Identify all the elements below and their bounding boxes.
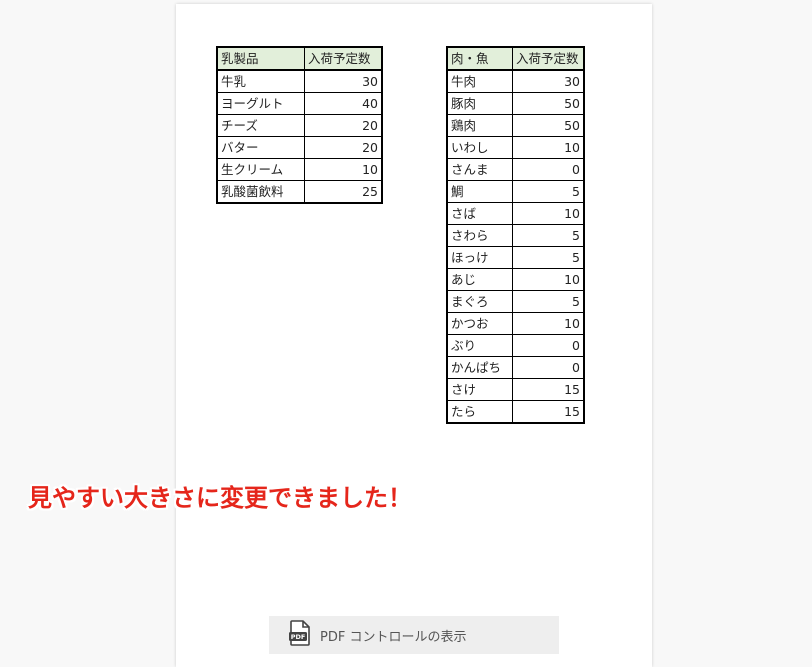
dairy-item-quantity: 10 — [304, 158, 383, 181]
meat-item-quantity: 10 — [512, 312, 585, 335]
table-row: 牛乳 30 — [216, 69, 383, 93]
table-row: 豚肉 50 — [446, 92, 585, 115]
meat-header-quantity: 入荷予定数 — [512, 46, 585, 71]
dairy-item-name: 乳酸菌飲料 — [216, 180, 305, 204]
pdf-controls-button[interactable]: PDF PDF コントロールの表示 — [269, 616, 559, 654]
dairy-table-body: 牛乳 30 ヨーグルト 40 チーズ 20 バター 20 生クリーム 10 乳酸菌飲料 25 — [216, 69, 383, 204]
table-row: さんま 0 — [446, 158, 585, 181]
meat-item-name: さけ — [446, 378, 513, 401]
meat-item-name: いわし — [446, 136, 513, 159]
meat-item-quantity: 15 — [512, 400, 585, 424]
table-row: いわし 10 — [446, 136, 585, 159]
meat-item-quantity: 5 — [512, 246, 585, 269]
meat-item-name: さんま — [446, 158, 513, 181]
meat-item-quantity: 10 — [512, 268, 585, 291]
meat-item-name: ぶり — [446, 334, 513, 357]
table-row: たら 15 — [446, 400, 585, 424]
table-row: 鯛5 — [446, 180, 585, 203]
meat-item-quantity: 0 — [512, 334, 585, 357]
table-row: かんぱち 0 — [446, 356, 585, 379]
dairy-item-name: ヨーグルト — [216, 92, 305, 115]
pdf-viewer: 乳製品 入荷予定数 牛乳 30 ヨーグルト 40 チーズ 20 バター 20 生クリーム 10 乳酸… — [0, 0, 812, 667]
meat-item-quantity: 50 — [512, 92, 585, 115]
meat-item-quantity: 0 — [512, 158, 585, 181]
table-row: バター 20 — [216, 136, 383, 159]
dairy-item-quantity: 25 — [304, 180, 383, 204]
table-row: ほっけ 5 — [446, 246, 585, 269]
meat-item-quantity: 5 — [512, 180, 585, 203]
meat-item-quantity: 10 — [512, 202, 585, 225]
meat-item-quantity: 10 — [512, 136, 585, 159]
pdf-controls-label: PDF コントロールの表示 — [320, 629, 467, 645]
meat-item-name: 鶏肉 — [446, 114, 513, 137]
pdf-document-icon: PDF — [269, 620, 320, 650]
meat-header-category: 肉・魚 — [446, 46, 513, 71]
meat-item-name: 豚肉 — [446, 92, 513, 115]
dairy-header-category: 乳製品 — [216, 46, 305, 71]
table-row: 生クリーム 10 — [216, 158, 383, 181]
meat-header-row: 肉・魚 入荷予定数 — [446, 46, 585, 71]
caption-text: 見やすい大きさに変更できました！ — [28, 484, 412, 512]
dairy-header-row: 乳製品 入荷予定数 — [216, 46, 383, 71]
meat-item-quantity: 15 — [512, 378, 585, 401]
meat-item-name: 鯛 — [446, 180, 513, 203]
table-row: かつお 10 — [446, 312, 585, 335]
meat-item-quantity: 5 — [512, 290, 585, 313]
table-row: チーズ 20 — [216, 114, 383, 137]
table-row: さわら 5 — [446, 224, 585, 247]
dairy-item-name: 生クリーム — [216, 158, 305, 181]
meat-item-name: かつお — [446, 312, 513, 335]
dairy-item-quantity: 40 — [304, 92, 383, 115]
meat-item-name: あじ — [446, 268, 513, 291]
meat-item-name: 牛肉 — [446, 69, 513, 93]
dairy-item-name: 牛乳 — [216, 69, 305, 93]
dairy-header-quantity: 入荷予定数 — [304, 46, 383, 71]
table-row: あじ 10 — [446, 268, 585, 291]
meat-item-quantity: 50 — [512, 114, 585, 137]
dairy-item-quantity: 20 — [304, 114, 383, 137]
table-row: ぶり 0 — [446, 334, 585, 357]
dairy-item-name: チーズ — [216, 114, 305, 137]
table-row: まぐろ 5 — [446, 290, 585, 313]
dairy-table: 乳製品 入荷予定数 牛乳 30 ヨーグルト 40 チーズ 20 バター 20 生クリーム 10 乳酸… — [216, 46, 383, 204]
pdf-page: 乳製品 入荷予定数 牛乳 30 ヨーグルト 40 チーズ 20 バター 20 生クリーム 10 乳酸… — [176, 4, 652, 667]
meat-item-name: さわら — [446, 224, 513, 247]
dairy-item-quantity: 20 — [304, 136, 383, 159]
dairy-item-quantity: 30 — [304, 69, 383, 93]
meat-item-name: ほっけ — [446, 246, 513, 269]
table-row: 鶏肉 50 — [446, 114, 585, 137]
table-row: 乳酸菌飲料 25 — [216, 180, 383, 204]
meat-item-name: かんぱち — [446, 356, 513, 379]
meat-table-body: 牛肉 30 豚肉 50 鶏肉 50 いわし 10 さんま 0 鯛 5 さば 10 さわら 5 ほっけ 5 あじ 10 ま… — [446, 69, 585, 424]
meat-item-quantity: 0 — [512, 356, 585, 379]
meat-item-quantity: 30 — [512, 69, 585, 93]
table-row: 牛肉 30 — [446, 69, 585, 93]
table-row: さけ 15 — [446, 378, 585, 401]
svg-text:PDF: PDF — [291, 633, 306, 641]
meat-item-name: さば — [446, 202, 513, 225]
dairy-item-name: バター — [216, 136, 305, 159]
meat-item-quantity: 5 — [512, 224, 585, 247]
table-row: さば 10 — [446, 202, 585, 225]
meat-item-name: まぐろ — [446, 290, 513, 313]
table-row: ヨーグルト 40 — [216, 92, 383, 115]
meat-item-name: たら — [446, 400, 513, 424]
meat-fish-table: 肉・魚 入荷予定数 牛肉 30 豚肉 50 鶏肉 50 いわし 10 さんま 0 鯛 5 さば 10 さわら… — [446, 46, 585, 424]
